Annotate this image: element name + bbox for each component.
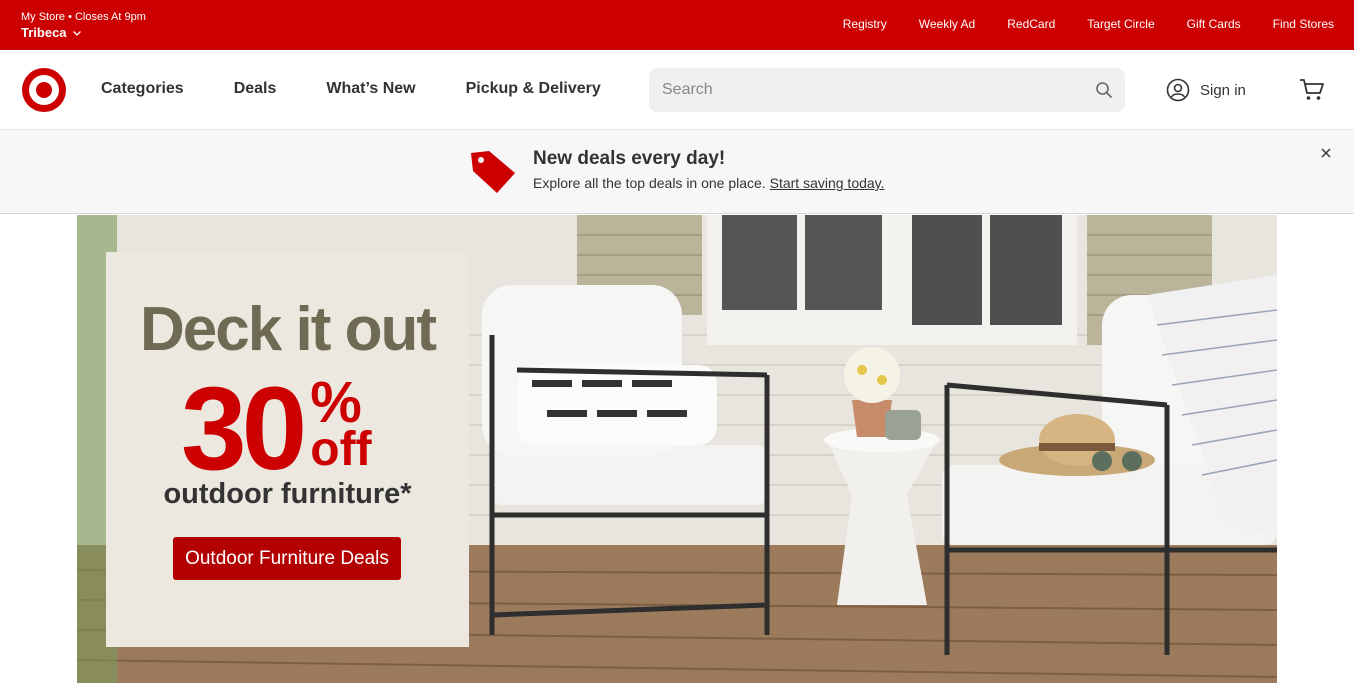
user-account-icon bbox=[1166, 78, 1190, 102]
main-nav: Categories Deals What’s New Pickup & Del… bbox=[101, 80, 601, 98]
chevron-down-icon bbox=[72, 31, 81, 36]
promo-link[interactable]: Start saving today. bbox=[770, 175, 885, 191]
hero-subtitle: outdoor furniture* bbox=[163, 478, 412, 510]
link-gift-cards[interactable]: Gift Cards bbox=[1187, 17, 1241, 31]
link-find-stores[interactable]: Find Stores bbox=[1273, 17, 1334, 31]
target-logo[interactable] bbox=[21, 67, 67, 113]
utility-bar: My Store • Closes At 9pm Tribeca Registr… bbox=[0, 0, 1354, 50]
nav-whats-new[interactable]: What’s New bbox=[326, 80, 415, 98]
store-info: My Store • Closes At 9pm Tribeca bbox=[21, 10, 146, 42]
link-registry[interactable]: Registry bbox=[843, 17, 887, 31]
store-selector[interactable]: Tribeca bbox=[21, 24, 146, 42]
promo-text: Explore all the top deals in one place. … bbox=[533, 175, 885, 191]
promo-close-button[interactable] bbox=[1318, 145, 1334, 161]
search-input[interactable] bbox=[649, 68, 1079, 112]
store-name: Tribeca bbox=[21, 25, 67, 40]
discount-percent-sign: % bbox=[310, 370, 362, 435]
hero-offer-card: Deck it out 30 % off outdoor furniture* … bbox=[106, 252, 469, 647]
promo-title: New deals every day! bbox=[533, 148, 726, 169]
store-hours: My Store • Closes At 9pm bbox=[21, 11, 146, 23]
main-header: Categories Deals What’s New Pickup & Del… bbox=[0, 50, 1354, 130]
sign-in-label: Sign in bbox=[1200, 81, 1246, 99]
close-icon bbox=[1321, 148, 1331, 158]
discount-number: 30 bbox=[181, 363, 307, 495]
price-tag-icon bbox=[471, 151, 515, 193]
utility-links: Registry Weekly Ad RedCard Target Circle… bbox=[843, 17, 1334, 31]
promo-banner: New deals every day! Explore all the top… bbox=[0, 130, 1354, 214]
nav-deals[interactable]: Deals bbox=[234, 80, 277, 98]
outdoor-furniture-deals-button[interactable]: Outdoor Furniture Deals bbox=[173, 537, 401, 580]
hero-discount: 30 % off bbox=[181, 370, 372, 488]
link-target-circle[interactable]: Target Circle bbox=[1087, 17, 1154, 31]
cart-icon[interactable] bbox=[1299, 78, 1325, 102]
search-icon[interactable] bbox=[1095, 81, 1113, 99]
nav-categories[interactable]: Categories bbox=[101, 80, 184, 98]
search-bar bbox=[649, 68, 1125, 112]
sign-in-button[interactable]: Sign in bbox=[1166, 78, 1246, 102]
link-weekly-ad[interactable]: Weekly Ad bbox=[919, 17, 975, 31]
hero-headline: Deck it out bbox=[140, 295, 437, 364]
link-redcard[interactable]: RedCard bbox=[1007, 17, 1055, 31]
discount-suffix: % off bbox=[310, 370, 372, 476]
promo-description: Explore all the top deals in one place. bbox=[533, 175, 766, 191]
discount-off-label: off bbox=[310, 423, 372, 476]
nav-pickup-delivery[interactable]: Pickup & Delivery bbox=[466, 80, 601, 98]
hero-banner[interactable]: Deck it out 30 % off outdoor furniture* … bbox=[77, 215, 1277, 683]
